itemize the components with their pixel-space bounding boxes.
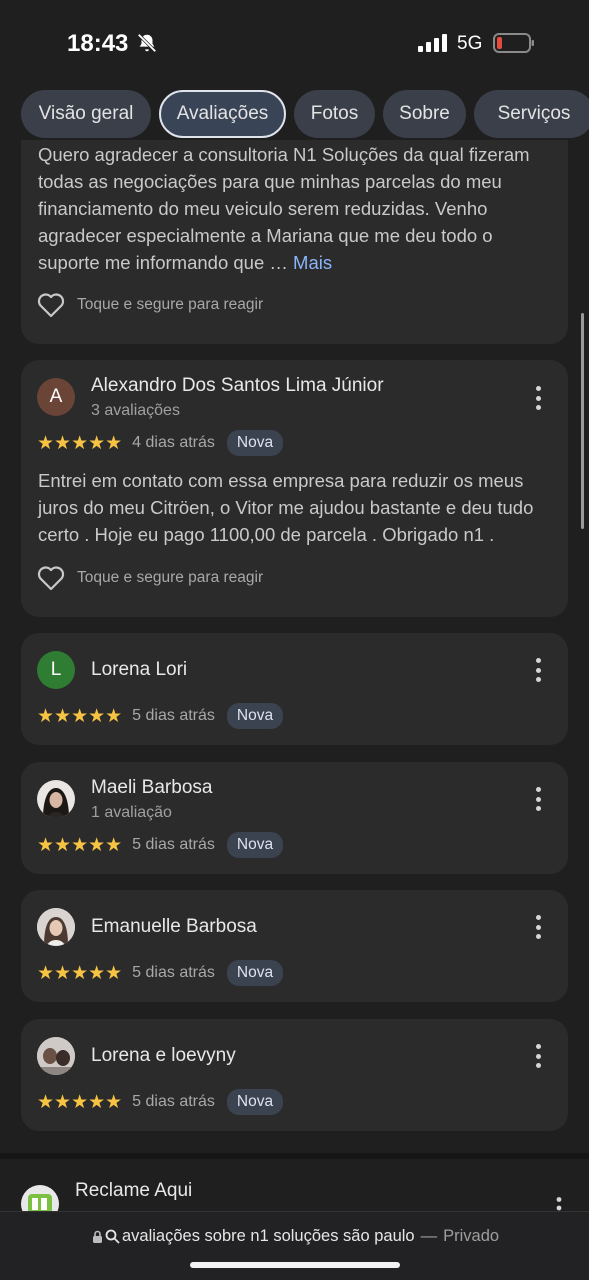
new-badge: Nova xyxy=(226,703,284,729)
tab-photos[interactable]: Fotos xyxy=(294,90,375,138)
more-options-icon[interactable] xyxy=(556,1197,562,1211)
more-options-icon[interactable] xyxy=(534,1044,542,1068)
rating-row: ★★★★★ 4 dias atrás Nova xyxy=(37,430,284,456)
address-text[interactable]: avaliações sobre n1 soluções são paulo —… xyxy=(92,1227,499,1246)
tab-overview[interactable]: Visão geral xyxy=(21,90,151,138)
review-text: Entrei em contato com essa empresa para … xyxy=(38,470,534,545)
react-button[interactable]: Toque e segure para reagir xyxy=(37,565,263,591)
heart-icon xyxy=(37,293,65,318)
review-card: A Alexandro Dos Santos Lima Júnior 3 ava… xyxy=(21,360,568,617)
avatar[interactable]: L xyxy=(37,651,75,689)
lock-icon xyxy=(93,1230,102,1243)
reviewer-name[interactable]: Alexandro Dos Santos Lima Júnior xyxy=(91,375,384,397)
review-text: Quero agradecer a consultoria N1 Soluçõe… xyxy=(38,144,530,273)
new-badge: Nova xyxy=(226,1089,284,1115)
review-count: 1 avaliação xyxy=(91,804,172,821)
more-options-icon[interactable] xyxy=(534,386,542,410)
scrollbar[interactable] xyxy=(581,313,584,529)
avatar[interactable] xyxy=(37,1037,75,1075)
avatar[interactable]: A xyxy=(37,378,75,416)
tab-about[interactable]: Sobre xyxy=(383,90,466,138)
more-link[interactable]: Mais xyxy=(293,252,332,273)
review-date: 4 dias atrás xyxy=(132,434,215,451)
signal-icon xyxy=(418,34,447,52)
rating-row: ★★★★★ 5 dias atrás Nova xyxy=(37,832,284,858)
tab-services[interactable]: Serviços xyxy=(474,90,589,138)
react-label: Toque e segure para reagir xyxy=(77,569,264,586)
rating-row: ★★★★★ 5 dias atrás Nova xyxy=(37,703,284,729)
review-card: Emanuelle Barbosa ★★★★★ 5 dias atrás Nov… xyxy=(21,890,568,1002)
review-card: Maeli Barbosa 1 avaliação ★★★★★ 5 dias a… xyxy=(21,762,568,874)
more-options-icon[interactable] xyxy=(534,915,542,939)
star-rating: ★★★★★ xyxy=(37,705,123,727)
network-type: 5G xyxy=(457,33,483,54)
review-count: 3 avaliações xyxy=(91,402,180,419)
search-icon xyxy=(105,1229,120,1244)
status-bar: 18:43 5G xyxy=(0,0,589,80)
home-indicator[interactable] xyxy=(190,1262,400,1268)
reviewer-name[interactable]: Emanuelle Barbosa xyxy=(91,916,257,938)
star-rating: ★★★★★ xyxy=(37,834,123,856)
private-mode-label: Privado xyxy=(443,1227,500,1245)
place-name[interactable]: Reclame Aqui xyxy=(75,1180,192,1202)
star-rating: ★★★★★ xyxy=(37,432,123,454)
tab-bar: Visão geral Avaliações Fotos Sobre Servi… xyxy=(0,88,589,140)
star-rating: ★★★★★ xyxy=(37,962,123,984)
new-badge: Nova xyxy=(226,832,284,858)
review-card: Lorena e loevyny ★★★★★ 5 dias atrás Nova xyxy=(21,1019,568,1131)
star-rating: ★★★★★ xyxy=(37,1091,123,1113)
reviewer-name[interactable]: Lorena Lori xyxy=(91,659,187,681)
review-date: 5 dias atrás xyxy=(132,964,215,981)
avatar[interactable] xyxy=(37,780,75,818)
avatar[interactable] xyxy=(37,908,75,946)
react-button[interactable]: Toque e segure para reagir xyxy=(37,292,263,318)
heart-icon xyxy=(37,566,65,591)
search-query: avaliações sobre n1 soluções são paulo xyxy=(122,1227,415,1245)
rating-row: ★★★★★ 5 dias atrás Nova xyxy=(37,960,284,986)
review-card: L Lorena Lori ★★★★★ 5 dias atrás Nova xyxy=(21,633,568,745)
rating-row: ★★★★★ 5 dias atrás Nova xyxy=(37,1089,284,1115)
new-badge: Nova xyxy=(226,960,284,986)
review-date: 5 dias atrás xyxy=(132,836,215,853)
status-time: 18:43 xyxy=(67,30,129,57)
more-options-icon[interactable] xyxy=(534,787,542,811)
tab-reviews[interactable]: Avaliações xyxy=(159,90,286,138)
review-card-partial: Quero agradecer a consultoria N1 Soluçõe… xyxy=(21,140,568,344)
review-date: 5 dias atrás xyxy=(132,707,215,724)
reviewer-name[interactable]: Maeli Barbosa xyxy=(91,777,212,799)
react-label: Toque e segure para reagir xyxy=(77,296,264,313)
new-badge: Nova xyxy=(226,430,284,456)
bell-muted-icon xyxy=(137,33,157,53)
section-divider xyxy=(0,1153,589,1159)
battery-icon xyxy=(493,33,534,53)
separator: — xyxy=(420,1227,438,1245)
review-date: 5 dias atrás xyxy=(132,1093,215,1110)
reviewer-name[interactable]: Lorena e loevyny xyxy=(91,1045,236,1067)
more-options-icon[interactable] xyxy=(534,658,542,682)
